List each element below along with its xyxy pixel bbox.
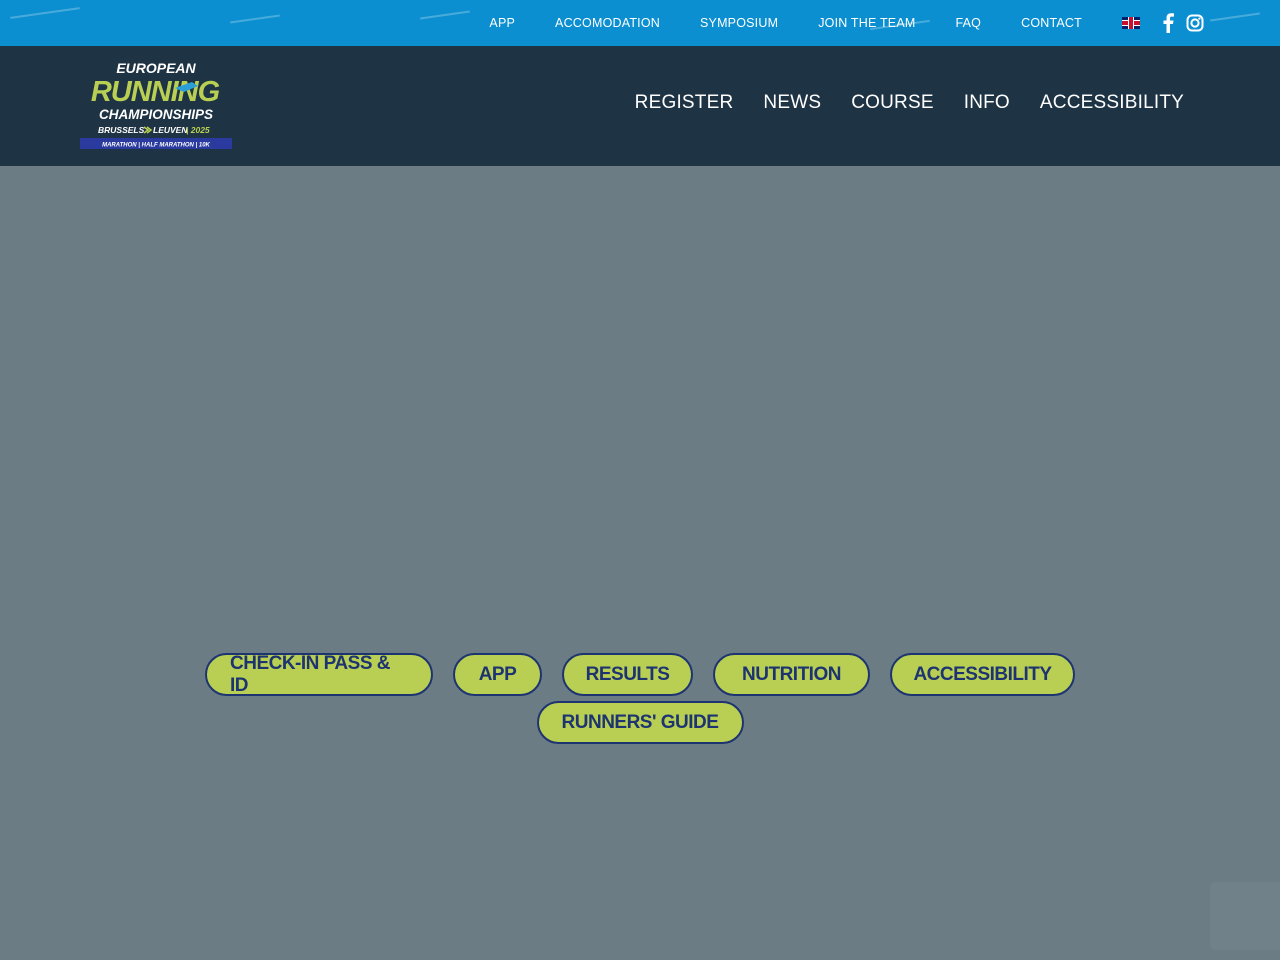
nav-info-link[interactable]: INFO xyxy=(964,92,1010,114)
results-button[interactable]: RESULTS xyxy=(562,653,693,696)
topnav-app-link[interactable]: APP xyxy=(489,16,515,30)
utility-nav: APP ACCOMODATION SYMPOSIUM JOIN THE TEAM… xyxy=(489,0,1280,46)
check-in-pass-button[interactable]: CHECK-IN PASS & ID xyxy=(205,653,433,696)
topnav-contact-link[interactable]: CONTACT xyxy=(1021,16,1082,30)
nav-course-link[interactable]: COURSE xyxy=(851,92,934,114)
nutrition-button[interactable]: NUTRITION xyxy=(713,653,870,696)
topnav-symposium-link[interactable]: SYMPOSIUM xyxy=(700,16,778,30)
instagram-icon[interactable] xyxy=(1186,14,1204,32)
accessibility-button[interactable]: ACCESSIBILITY xyxy=(890,653,1075,696)
logo-line3: CHAMPIONSHIPS xyxy=(99,107,213,122)
hero-content: CHECK-IN PASS & ID APP RESULTS NUTRITION… xyxy=(0,166,1280,960)
runners-guide-button[interactable]: RUNNERS' GUIDE xyxy=(536,701,744,744)
topnav-join-the-team-link[interactable]: JOIN THE TEAM xyxy=(818,16,915,30)
decor-streak xyxy=(10,7,80,19)
topnav-faq-link[interactable]: FAQ xyxy=(956,16,982,30)
logo-line1: EUROPEAN xyxy=(116,60,196,76)
nav-accessibility-link[interactable]: ACCESSIBILITY xyxy=(1040,92,1184,114)
main-nav: REGISTER NEWS COURSE INFO ACCESSIBILITY xyxy=(605,92,1184,114)
logo-city-leuven: LEUVEN xyxy=(153,125,188,135)
main-header: EUROPEAN RUNNING CHAMPIONSHIPS BRUSSELS … xyxy=(0,46,1280,166)
logo-line2: RUNNING xyxy=(91,76,220,108)
decor-streak xyxy=(420,10,470,20)
facebook-icon[interactable] xyxy=(1162,13,1174,33)
logo-year: | 2025 xyxy=(186,125,210,135)
logo-city-brussels: BRUSSELS xyxy=(98,125,145,135)
logo-chevron-icon xyxy=(143,126,153,134)
quick-links-row-1: CHECK-IN PASS & ID APP RESULTS NUTRITION… xyxy=(0,653,1280,696)
flag-cross-vertical xyxy=(1128,17,1134,29)
logo-line5: MARATHON | HALF MARATHON | 10K xyxy=(102,143,210,149)
nav-register-link[interactable]: REGISTER xyxy=(635,92,734,114)
nav-news-link[interactable]: NEWS xyxy=(763,92,821,114)
decor-streak xyxy=(230,14,280,24)
chat-widget-placeholder[interactable] xyxy=(1210,882,1280,950)
app-button[interactable]: APP xyxy=(453,653,542,696)
topnav-accomodation-link[interactable]: ACCOMODATION xyxy=(555,16,660,30)
uk-flag-icon[interactable] xyxy=(1122,17,1140,29)
top-utility-bar: APP ACCOMODATION SYMPOSIUM JOIN THE TEAM… xyxy=(0,0,1280,46)
quick-links-row-2: RUNNERS' GUIDE xyxy=(0,701,1280,744)
site-logo[interactable]: EUROPEAN RUNNING CHAMPIONSHIPS BRUSSELS … xyxy=(80,58,232,152)
